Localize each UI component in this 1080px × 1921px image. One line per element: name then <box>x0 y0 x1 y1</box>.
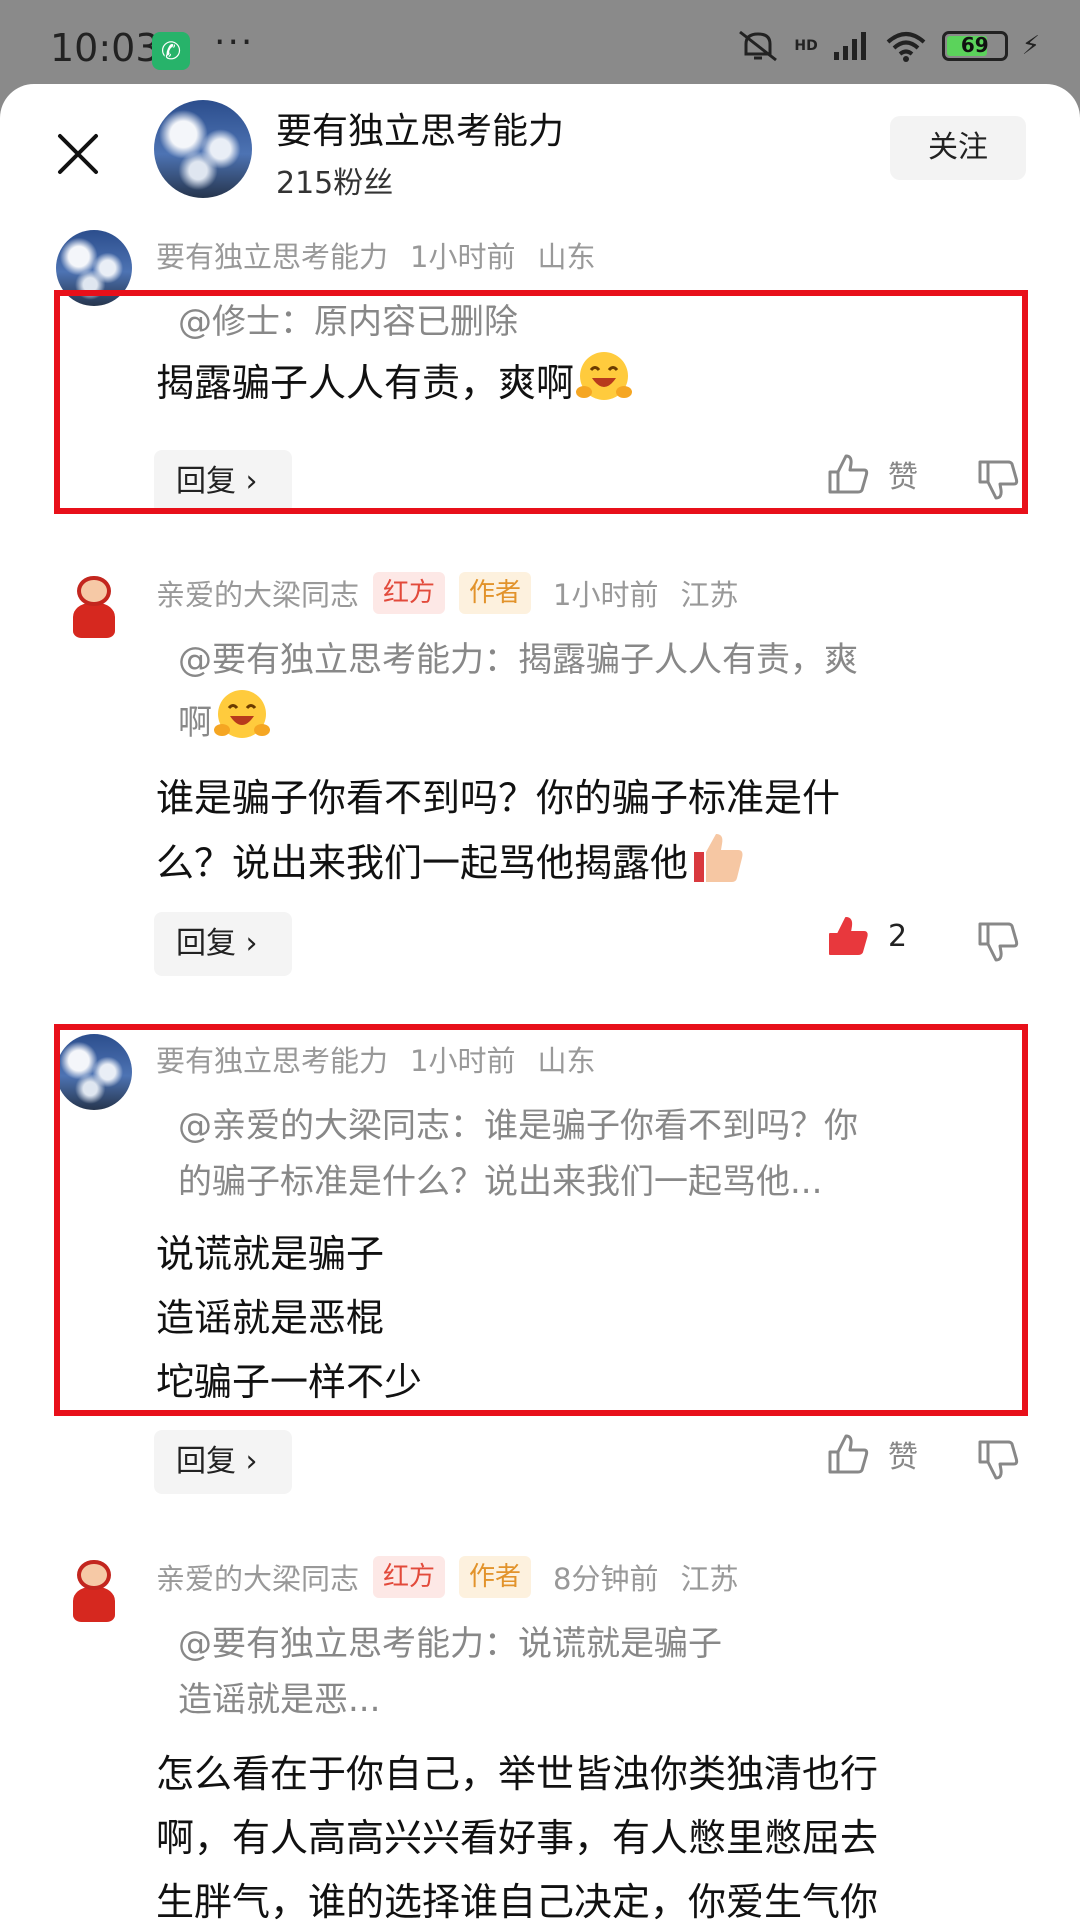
thumbs-up-emoji-icon <box>694 834 743 882</box>
comment-text: 说谎就是骗子 <box>156 1232 385 1276</box>
comment-location: 江苏 <box>680 578 739 612</box>
thumbs-down-icon[interactable] <box>976 1438 1020 1482</box>
mute-vibrate-icon <box>739 30 778 62</box>
quote-line: 啊 <box>178 703 212 743</box>
comment-sheet: 要有独立思考能力 215粉丝 关注 要有独立思考能力 1小时前 山东 @修士：原… <box>0 84 1080 1921</box>
comment-time: 1小时前 <box>410 1044 516 1078</box>
avatar[interactable] <box>56 230 132 306</box>
close-icon[interactable] <box>52 128 104 180</box>
wifi-icon <box>886 32 926 62</box>
comment-text: 么？说出来我们一起骂他揭露他 <box>156 841 689 885</box>
comment-text: 造谣就是恶棍 <box>156 1296 385 1340</box>
comment-time: 8分钟前 <box>553 1562 659 1596</box>
avatar[interactable] <box>56 568 132 644</box>
avatar[interactable] <box>154 100 252 198</box>
thumbs-up-icon <box>828 454 869 494</box>
comment-time: 1小时前 <box>410 240 516 274</box>
more-dots: ··· <box>214 22 255 63</box>
quoted-comment: @要有独立思考能力：说谎就是骗子 造谣就是恶... <box>178 1616 1008 1728</box>
thumbs-down-icon[interactable] <box>976 920 1020 964</box>
charging-icon: ⚡ <box>1021 31 1040 61</box>
phone-icon: ✆ <box>152 32 190 70</box>
quote-line: 的骗子标准是什么？说出来我们一起骂他... <box>178 1162 823 1202</box>
follow-button[interactable]: 关注 <box>890 116 1026 180</box>
status-bar: 10:03 ✆ ··· HD 69 ⚡ <box>0 0 1080 86</box>
comment-text: 怎么看在于你自己，举世皆浊你类独清也行 <box>156 1752 879 1796</box>
status-time: 10:03 <box>50 26 160 70</box>
comment-location: 山东 <box>537 240 596 274</box>
comment-meta: 要有独立思考能力 1小时前 山东 <box>156 230 595 280</box>
quote-line: 造谣就是恶... <box>178 1680 381 1720</box>
reply-button[interactable]: 回复 › <box>154 912 292 976</box>
comment-text-end: 么？说出来我们一起骂他揭露他 <box>156 830 1016 895</box>
red-side-badge: 红方 <box>373 1556 446 1598</box>
comment-author[interactable]: 要有独立思考能力 <box>156 1038 388 1080</box>
comment-location: 江苏 <box>680 1562 739 1596</box>
comment-author[interactable]: 要有独立思考能力 <box>156 234 388 276</box>
comment-text: 坨骗子一样不少 <box>156 1360 423 1404</box>
comment-body: 揭露骗子人人有责，爽啊 <box>156 350 1016 415</box>
comment-body: 谁是骗子你看不到吗？你的骗子标准是什 么？说出来我们一起骂他揭露他 <box>156 766 1016 895</box>
avatar[interactable] <box>56 1034 132 1110</box>
quoted-comment: @要有独立思考能力：揭露骗子人人有责，爽 啊 <box>178 632 1008 751</box>
user-name[interactable]: 要有独立思考能力 <box>276 102 564 154</box>
network-label: HD <box>794 38 818 54</box>
comment-time: 1小时前 <box>553 578 659 612</box>
comment-meta: 亲爱的大梁同志 红方 作者 1小时前 江苏 <box>156 568 739 618</box>
comment-location: 山东 <box>537 1044 596 1078</box>
fans-count: 215粉丝 <box>276 166 394 201</box>
like-label: 赞 <box>888 1440 918 1475</box>
comment-text: 揭露骗子人人有责，爽啊 <box>156 361 575 405</box>
reply-button[interactable]: 回复 › <box>154 1430 292 1494</box>
grinning-hug-emoji-icon <box>214 690 270 738</box>
quote-line-end: 啊 <box>178 688 1008 751</box>
comment-meta: 要有独立思考能力 1小时前 山东 <box>156 1034 595 1084</box>
quote-line: @要有独立思考能力：说谎就是骗子 <box>178 1624 722 1664</box>
quote-text: @修士：原内容已删除 <box>178 302 518 342</box>
signal-icon <box>833 32 866 60</box>
status-icons: HD 69 ⚡ <box>736 28 1040 64</box>
thumbs-up-icon <box>828 1434 869 1474</box>
like-count: 2 <box>888 918 908 954</box>
comment-body: 怎么看在于你自己，举世皆浊你类独清也行 啊，有人高高兴兴看好事，有人憋里憋屈去 … <box>156 1742 1016 1921</box>
battery-level: 69 <box>960 33 989 57</box>
sheet-header: 要有独立思考能力 215粉丝 关注 <box>0 84 1080 224</box>
quote-line: @要有独立思考能力：揭露骗子人人有责，爽 <box>178 640 858 680</box>
quoted-comment: @亲爱的大梁同志：谁是骗子你看不到吗？你 的骗子标准是什么？说出来我们一起骂他.… <box>178 1098 1008 1210</box>
like-label: 赞 <box>888 460 918 495</box>
comment-author[interactable]: 亲爱的大梁同志 <box>156 1556 359 1598</box>
grinning-hug-emoji-icon <box>576 352 633 400</box>
like-button[interactable]: 赞 <box>826 452 918 496</box>
avatar[interactable] <box>56 1552 132 1628</box>
like-button[interactable]: 赞 <box>826 1432 918 1476</box>
like-button[interactable]: 2 <box>826 914 907 958</box>
comment-text: 谁是骗子你看不到吗？你的骗子标准是什 <box>156 776 841 820</box>
red-side-badge: 红方 <box>373 572 446 614</box>
author-badge: 作者 <box>459 1556 532 1598</box>
thumbs-down-icon[interactable] <box>976 458 1020 502</box>
comment-text: 啊，有人高高兴兴看好事，有人憋里憋屈去 <box>156 1816 879 1860</box>
author-badge: 作者 <box>459 572 532 614</box>
comment-author[interactable]: 亲爱的大梁同志 <box>156 572 359 614</box>
quote-line: @亲爱的大梁同志：谁是骗子你看不到吗？你 <box>178 1106 858 1146</box>
battery-icon: 69 <box>941 31 1008 61</box>
comment-text: 生胖气，谁的选择谁自己决定，你爱生气你 <box>156 1880 879 1921</box>
thumbs-up-filled-icon <box>829 917 868 955</box>
comment-meta: 亲爱的大梁同志 红方 作者 8分钟前 江苏 <box>156 1552 739 1602</box>
reply-button[interactable]: 回复 › <box>154 450 292 514</box>
comment-body: 说谎就是骗子 造谣就是恶棍 坨骗子一样不少 <box>156 1222 1016 1414</box>
quoted-comment: @修士：原内容已删除 <box>178 294 1008 350</box>
